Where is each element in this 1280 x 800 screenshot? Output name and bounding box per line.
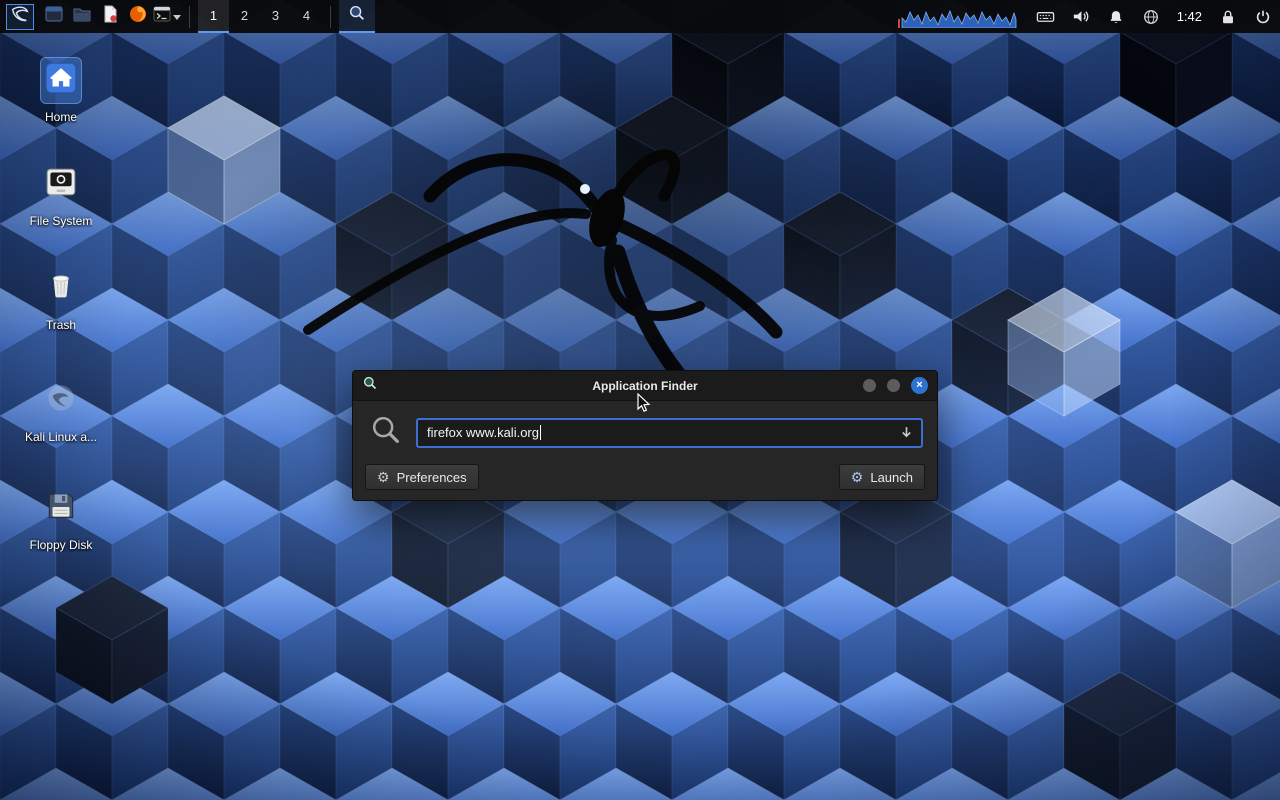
clock[interactable]: 1:42 xyxy=(1175,9,1204,24)
text-editor-launcher[interactable] xyxy=(96,0,124,33)
minimize-button[interactable] xyxy=(863,379,876,392)
chevron-down-icon[interactable] xyxy=(173,8,181,26)
home-icon xyxy=(41,58,81,103)
panel-separator xyxy=(330,6,331,28)
desktop-icon-file-system[interactable]: File System xyxy=(6,162,116,228)
keyboard-layout-icon[interactable] xyxy=(1035,0,1057,33)
application-finder-taskbar-button[interactable] xyxy=(339,0,375,33)
workspace-3[interactable]: 3 xyxy=(260,0,291,33)
launch-button[interactable]: ⚙ Launch xyxy=(839,464,925,490)
desktop-icon-label: Trash xyxy=(46,318,76,332)
network-globe-icon[interactable] xyxy=(1140,0,1162,33)
kali-linux-icon xyxy=(41,378,81,423)
desktop-icon-home[interactable]: Home xyxy=(6,58,116,124)
notifications-bell-icon[interactable] xyxy=(1105,0,1127,33)
terminal-icon xyxy=(152,4,172,29)
close-button[interactable]: × xyxy=(911,377,928,394)
launch-icon: ⚙ xyxy=(851,470,864,484)
mouse-cursor xyxy=(634,393,654,418)
workspace-1-label: 1 xyxy=(210,8,217,23)
cpu-graph[interactable] xyxy=(898,0,1018,33)
firefox-launcher[interactable] xyxy=(124,0,152,33)
kali-menu-button[interactable] xyxy=(6,4,34,30)
workspace-4[interactable]: 4 xyxy=(291,0,322,33)
folder-launcher[interactable] xyxy=(68,0,96,33)
window-title: Application Finder xyxy=(353,379,937,393)
desktop-icon-floppy-disk[interactable]: Floppy Disk xyxy=(6,486,116,552)
document-icon xyxy=(100,4,120,29)
floppy-disk-icon xyxy=(41,486,81,531)
application-finder-window: Application Finder × firefox www.kali.or… xyxy=(352,370,938,501)
preferences-button-label: Preferences xyxy=(397,470,467,485)
workspace-4-label: 4 xyxy=(303,8,310,23)
folder-icon xyxy=(72,4,92,29)
file-system-icon xyxy=(41,162,81,207)
maximize-button[interactable] xyxy=(887,379,900,392)
firefox-icon xyxy=(128,4,148,29)
workspace-2-label: 2 xyxy=(241,8,248,23)
preferences-button[interactable]: ⚙ Preferences xyxy=(365,464,479,490)
desktop-icon-label: Floppy Disk xyxy=(30,538,93,552)
desktop-icon-trash[interactable]: Trash xyxy=(6,266,116,332)
gear-icon: ⚙ xyxy=(377,470,390,484)
search-icon xyxy=(369,413,403,452)
desktop-icon-label: File System xyxy=(30,214,93,228)
kali-logo-icon xyxy=(10,4,30,29)
desktop-icon-label: Kali Linux a... xyxy=(25,430,97,444)
workspace-3-label: 3 xyxy=(272,8,279,23)
desktop-icon-kali-linux[interactable]: Kali Linux a... xyxy=(6,378,116,444)
search-input-value: firefox www.kali.org xyxy=(427,425,539,440)
terminal-launcher[interactable] xyxy=(152,4,181,29)
dropdown-arrow-icon[interactable] xyxy=(899,425,914,443)
application-finder-window-icon xyxy=(362,375,378,396)
workspace-2[interactable]: 2 xyxy=(229,0,260,33)
launch-button-label: Launch xyxy=(870,470,913,485)
search-icon xyxy=(348,4,366,27)
desktop-icon-label: Home xyxy=(45,110,77,124)
panel-separator xyxy=(189,6,190,28)
top-panel: 1 2 3 4 1:42 xyxy=(0,0,1280,33)
trash-icon xyxy=(41,266,81,311)
text-cursor xyxy=(540,425,541,440)
power-icon[interactable] xyxy=(1252,0,1274,33)
volume-icon[interactable] xyxy=(1070,0,1092,33)
workspace-1[interactable]: 1 xyxy=(198,0,229,33)
search-input[interactable]: firefox www.kali.org xyxy=(416,418,923,448)
window-icon xyxy=(44,4,64,29)
file-manager-launcher[interactable] xyxy=(40,0,68,33)
lock-icon[interactable] xyxy=(1217,0,1239,33)
